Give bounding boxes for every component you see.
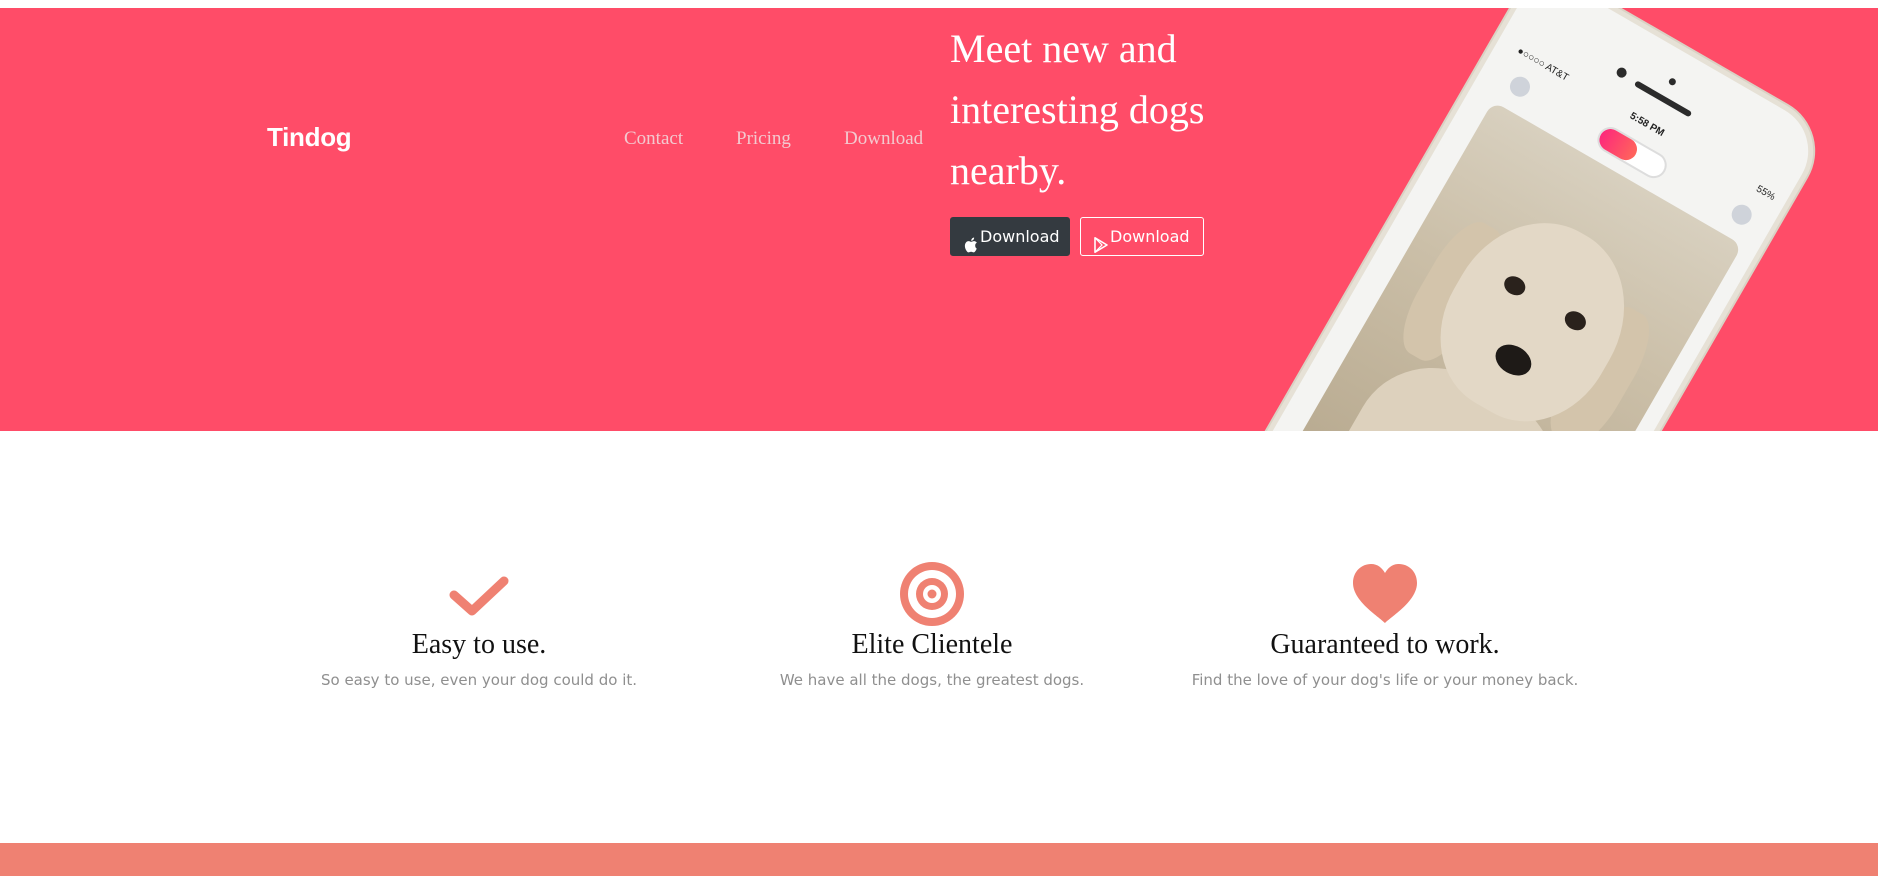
feature-elite: Elite Clientele We have all the dogs, th… <box>722 561 1142 691</box>
download-play-label: Download <box>1110 227 1190 246</box>
feature-description: So easy to use, even your dog could do i… <box>320 671 638 689</box>
nav-link-pricing[interactable]: Pricing <box>736 128 791 150</box>
features-section: Easy to use. So easy to use, even your d… <box>0 431 1878 843</box>
top-strip <box>0 0 1878 8</box>
hero-section: Tindog Contact Pricing Download Meet new… <box>0 8 1878 431</box>
apple-icon <box>964 229 978 252</box>
phone-sensor <box>1667 76 1678 87</box>
profile-icon <box>1506 73 1534 101</box>
feature-description: We have all the dogs, the greatest dogs. <box>779 671 1085 689</box>
feature-guaranteed: Guaranteed to work. Find the love of you… <box>1175 561 1595 691</box>
feature-title: Guaranteed to work. <box>1270 629 1500 660</box>
brand-logo[interactable]: Tindog <box>267 122 352 153</box>
flame-icon <box>1595 125 1642 165</box>
play-store-icon <box>1094 229 1108 253</box>
dog-photo <box>1293 101 1743 431</box>
hero-headline: Meet new and interesting dogs nearby. <box>950 26 1205 193</box>
feature-easy: Easy to use. So easy to use, even your d… <box>269 561 689 691</box>
feature-title: Elite Clientele <box>851 629 1013 660</box>
feature-description: Find the love of your dog's life or your… <box>1191 671 1579 689</box>
download-apple-button[interactable]: Download <box>950 217 1070 256</box>
download-apple-label: Download <box>980 227 1060 246</box>
battery-label: 55% <box>1754 183 1778 204</box>
chat-icon <box>1728 201 1756 229</box>
checkmark-icon <box>444 561 514 627</box>
phone-camera <box>1614 65 1629 80</box>
feature-title: Easy to use. <box>411 629 547 660</box>
phone-mockup: ●○○○○ AT&T 5:58 PM 55% <box>1217 8 1833 431</box>
phone-speaker <box>1633 80 1693 118</box>
nav-link-download[interactable]: Download <box>844 128 923 150</box>
download-play-button[interactable]: Download <box>1080 217 1204 256</box>
next-section-band <box>0 843 1878 876</box>
target-icon <box>897 561 967 627</box>
heart-icon <box>1350 561 1420 627</box>
phone-frame: ●○○○○ AT&T 5:58 PM 55% <box>1217 8 1833 431</box>
nav-link-contact[interactable]: Contact <box>624 128 683 150</box>
